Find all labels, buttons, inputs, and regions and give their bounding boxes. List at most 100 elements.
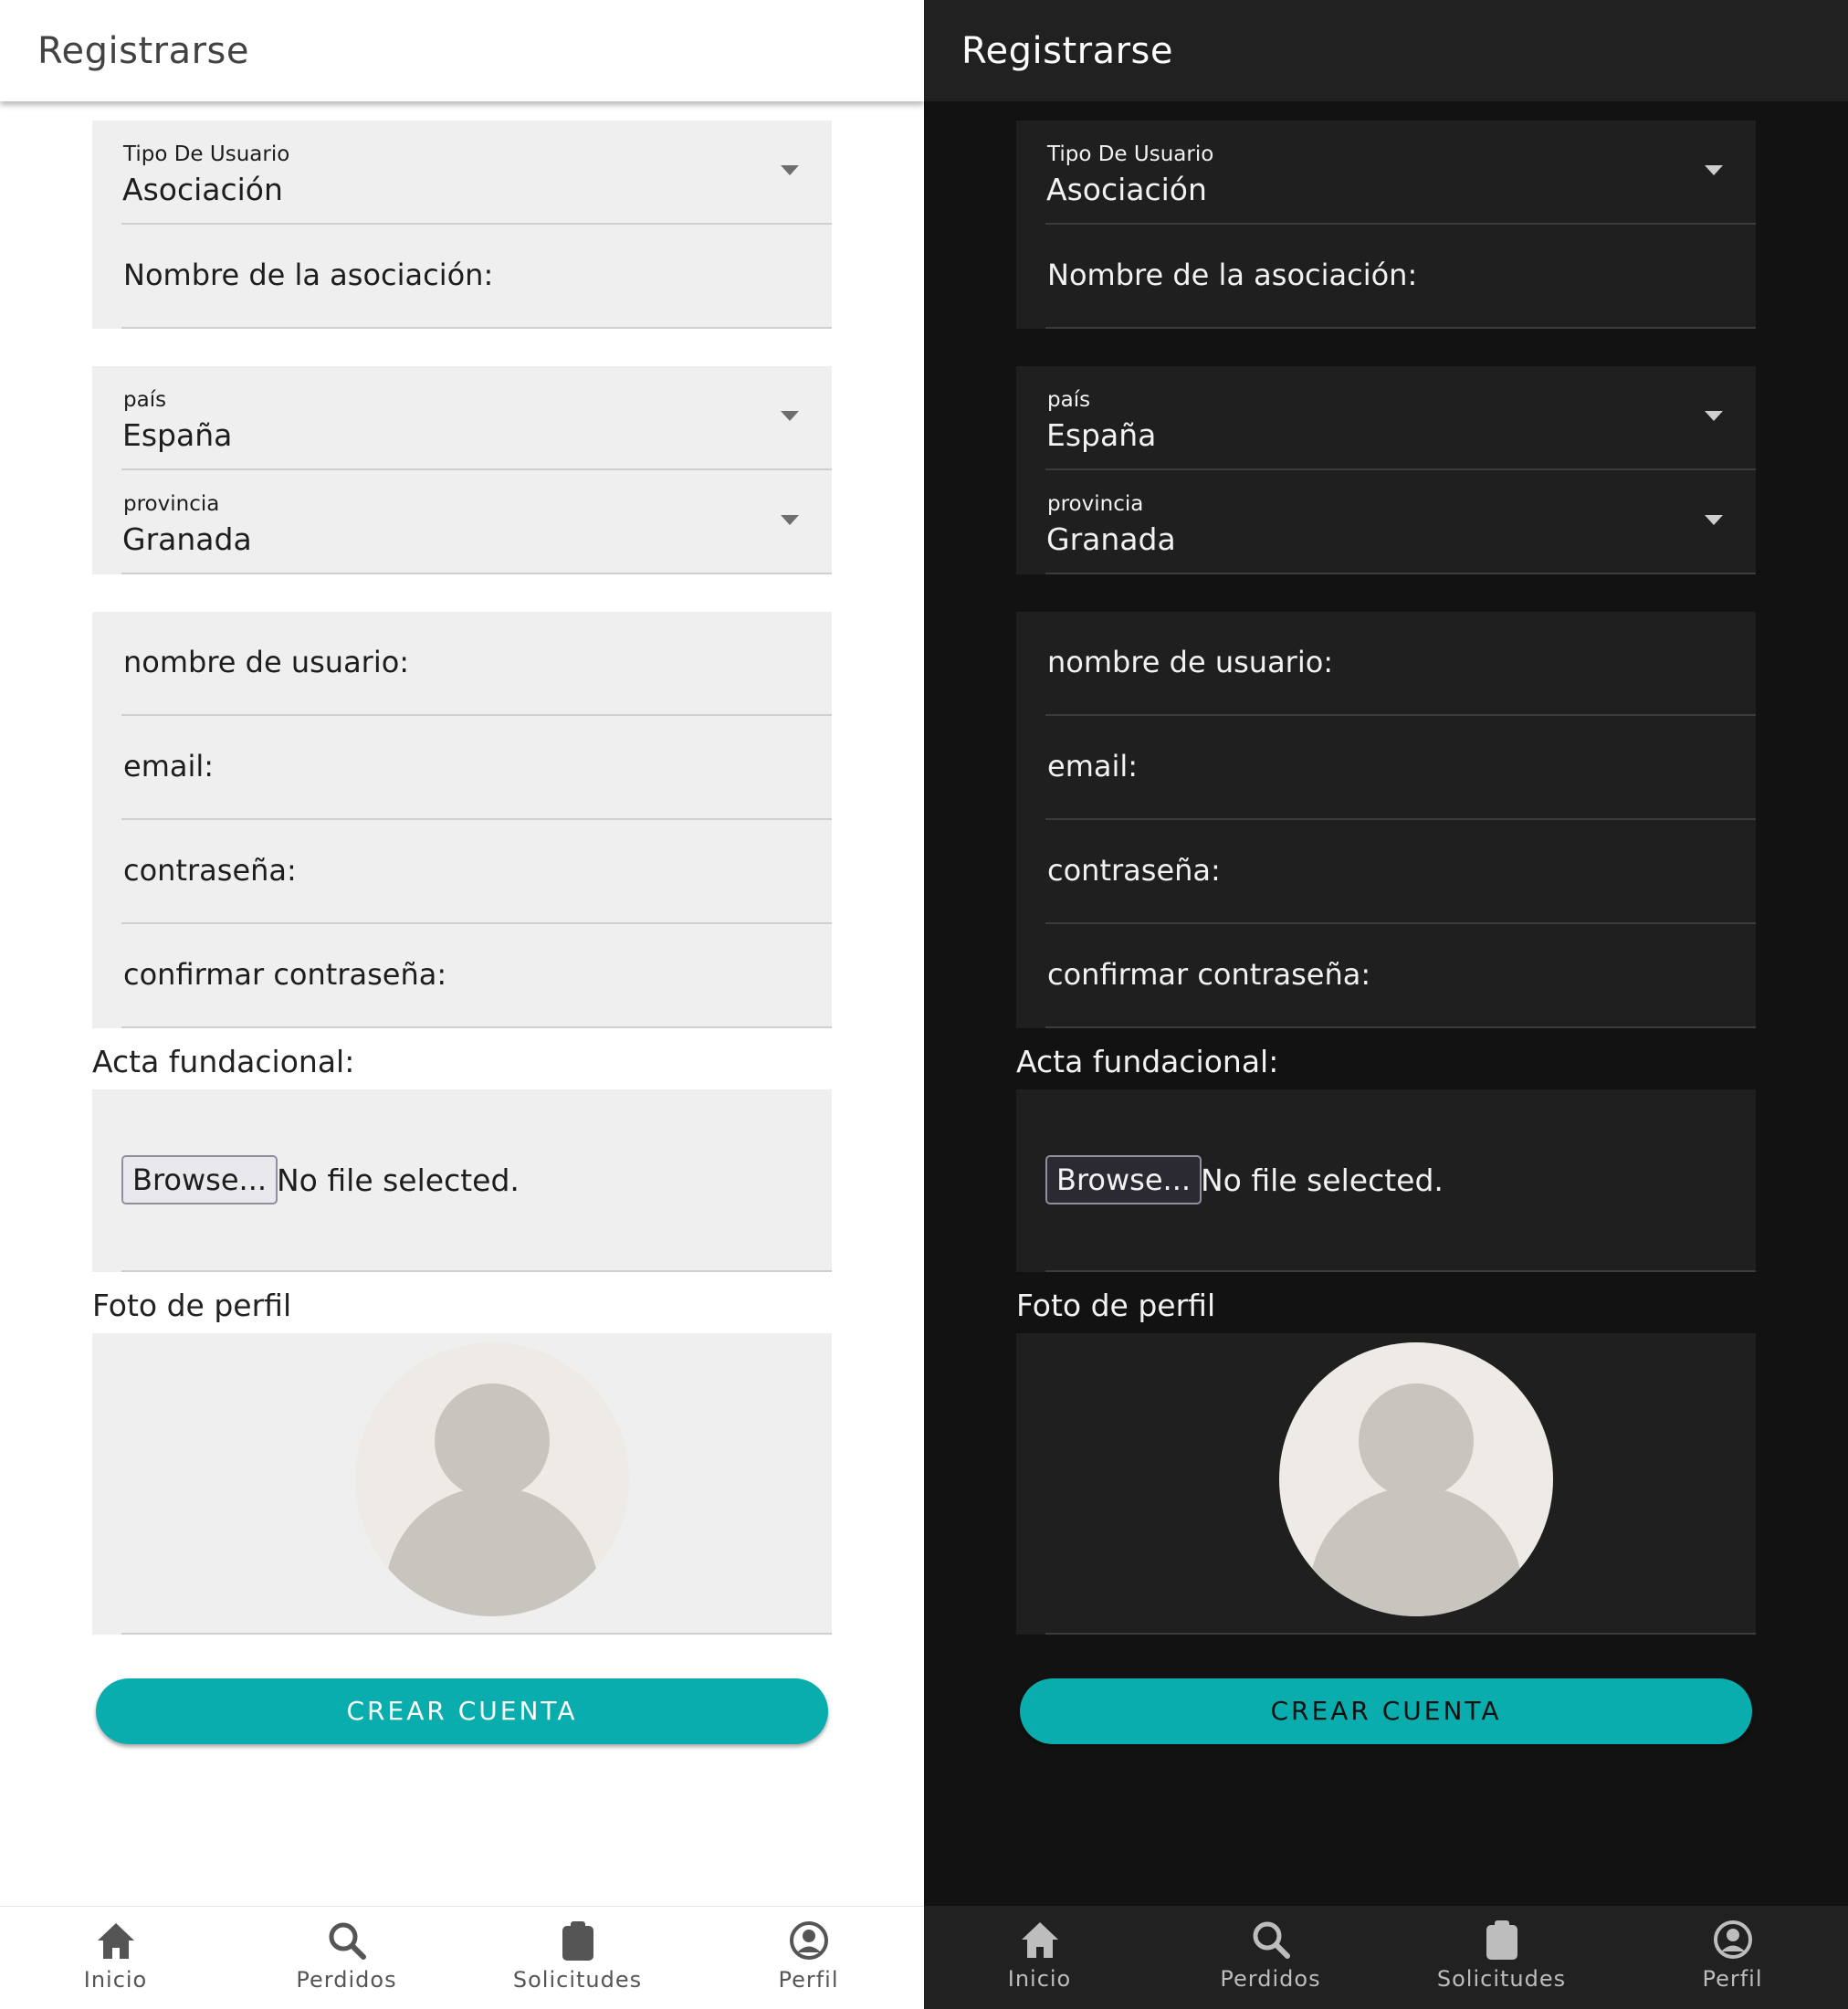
nav-item-perdidos[interactable]: Perdidos	[231, 1907, 462, 2009]
nav-item-perfil[interactable]: Perfil	[1617, 1906, 1848, 2009]
account-circle-icon	[1713, 1920, 1752, 1959]
avatar-placeholder[interactable]	[355, 1342, 629, 1616]
nav-label-perfil: Perfil	[778, 1967, 839, 1993]
photo-card	[1016, 1333, 1756, 1635]
account-type-card: Tipo De Usuario Asociación Nombre de la …	[92, 121, 832, 329]
contrasena-field[interactable]: contraseña:	[1045, 820, 1756, 924]
crear-cuenta-button[interactable]: CREAR CUENTA	[96, 1678, 828, 1744]
foto-label: Foto de perfil	[1016, 1288, 1216, 1323]
acta-label: Acta fundacional:	[1016, 1044, 1279, 1079]
nombre-asociacion-field[interactable]: Nombre de la asociación:	[121, 225, 832, 329]
nombre-usuario-label: nombre de usuario:	[1047, 645, 1334, 679]
avatar-head	[1359, 1383, 1474, 1499]
nav-item-solicitudes[interactable]: Solicitudes	[462, 1907, 693, 2009]
search-icon	[329, 1922, 366, 1960]
provincia-value: Granada	[1046, 521, 1176, 557]
home-icon	[97, 1923, 134, 1959]
provincia-label: provincia	[123, 492, 220, 516]
nav-item-inicio[interactable]: Inicio	[924, 1906, 1155, 2009]
pais-value: España	[122, 417, 233, 453]
chevron-down-icon	[1705, 165, 1723, 175]
pais-select[interactable]: país España	[1045, 366, 1756, 470]
pais-select[interactable]: país España	[121, 366, 832, 470]
tipo-usuario-value: Asociación	[122, 172, 283, 207]
avatar-body	[1309, 1487, 1523, 1616]
nav-label-inicio: Inicio	[83, 1967, 148, 1993]
tipo-usuario-select[interactable]: Tipo De Usuario Asociación	[121, 121, 832, 225]
acta-file-field: Browse... No file selected.	[121, 1089, 832, 1272]
account-type-card: Tipo De Usuario Asociación Nombre de la …	[1016, 121, 1756, 329]
register-form: Tipo De Usuario Asociación Nombre de la …	[1016, 121, 1756, 1744]
pais-label: país	[123, 388, 167, 412]
screen-dark: Registrarse Tipo De Usuario Asociación N…	[924, 0, 1848, 2009]
photo-card	[92, 1333, 832, 1635]
nombre-asociacion-field[interactable]: Nombre de la asociación:	[1045, 225, 1756, 329]
chevron-down-icon	[1705, 411, 1723, 421]
browse-button[interactable]: Browse...	[121, 1155, 278, 1204]
photo-field	[1045, 1333, 1756, 1635]
nav-item-inicio[interactable]: Inicio	[0, 1907, 231, 2009]
acta-card: Browse... No file selected.	[92, 1089, 832, 1272]
browse-button[interactable]: Browse...	[1045, 1155, 1202, 1204]
provincia-label: provincia	[1047, 492, 1144, 516]
nombre-usuario-field[interactable]: nombre de usuario:	[121, 612, 832, 716]
acta-card: Browse... No file selected.	[1016, 1089, 1756, 1272]
screen-light: Registrarse Tipo De Usuario Asociación N…	[0, 0, 924, 2009]
email-label: email:	[123, 749, 215, 784]
bottom-nav: Inicio Perdidos Solicitudes Perfil	[0, 1906, 924, 2009]
location-card: país España provincia Granada	[1016, 366, 1756, 574]
crear-cuenta-button[interactable]: CREAR CUENTA	[1020, 1678, 1752, 1744]
chevron-down-icon	[781, 411, 799, 421]
nombre-asociacion-label: Nombre de la asociación:	[1047, 258, 1418, 292]
foto-label: Foto de perfil	[92, 1288, 292, 1323]
bottom-nav: Inicio Perdidos Solicitudes Perfil	[924, 1906, 1848, 2009]
clipboard-icon	[562, 1921, 593, 1961]
credentials-card: nombre de usuario: email: contraseña: co…	[1016, 612, 1756, 1028]
account-circle-icon	[789, 1921, 828, 1960]
avatar-placeholder[interactable]	[1279, 1342, 1553, 1616]
clipboard-icon	[1486, 1920, 1517, 1960]
page-title: Registrarse	[37, 30, 249, 72]
provincia-select[interactable]: provincia Granada	[121, 470, 832, 574]
nombre-usuario-label: nombre de usuario:	[123, 645, 410, 679]
app-bar: Registrarse	[924, 0, 1848, 101]
app-bar: Registrarse	[0, 0, 924, 101]
nav-item-perfil[interactable]: Perfil	[693, 1907, 924, 2009]
email-field[interactable]: email:	[121, 716, 832, 820]
nav-label-solicitudes: Solicitudes	[1436, 1966, 1567, 1992]
acta-label: Acta fundacional:	[92, 1044, 355, 1079]
home-icon	[1021, 1922, 1058, 1958]
search-icon	[1253, 1921, 1290, 1959]
avatar-body	[385, 1487, 599, 1616]
page-title: Registrarse	[961, 30, 1173, 72]
file-status: No file selected.	[277, 1162, 520, 1198]
nav-label-solicitudes: Solicitudes	[512, 1967, 643, 1993]
nav-item-perdidos[interactable]: Perdidos	[1155, 1906, 1386, 2009]
tipo-usuario-label: Tipo De Usuario	[1047, 142, 1214, 166]
chevron-down-icon	[781, 165, 799, 175]
file-status: No file selected.	[1201, 1162, 1444, 1198]
confirmar-contrasena-label: confirmar contraseña:	[1047, 957, 1371, 992]
nombre-usuario-field[interactable]: nombre de usuario:	[1045, 612, 1756, 716]
tipo-usuario-select[interactable]: Tipo De Usuario Asociación	[1045, 121, 1756, 225]
nav-label-perfil: Perfil	[1702, 1966, 1763, 1992]
pais-value: España	[1046, 417, 1157, 453]
location-card: país España provincia Granada	[92, 366, 832, 574]
credentials-card: nombre de usuario: email: contraseña: co…	[92, 612, 832, 1028]
provincia-select[interactable]: provincia Granada	[1045, 470, 1756, 574]
provincia-value: Granada	[122, 521, 252, 557]
photo-field	[121, 1333, 832, 1635]
email-field[interactable]: email:	[1045, 716, 1756, 820]
pais-label: país	[1047, 388, 1091, 412]
tipo-usuario-value: Asociación	[1046, 172, 1207, 207]
email-label: email:	[1047, 749, 1139, 784]
confirmar-contrasena-field[interactable]: confirmar contraseña:	[1045, 924, 1756, 1028]
confirmar-contrasena-field[interactable]: confirmar contraseña:	[121, 924, 832, 1028]
nav-label-perdidos: Perdidos	[296, 1967, 397, 1993]
confirmar-contrasena-label: confirmar contraseña:	[123, 957, 447, 992]
nav-item-solicitudes[interactable]: Solicitudes	[1386, 1906, 1617, 2009]
nav-label-perdidos: Perdidos	[1220, 1966, 1321, 1992]
register-form: Tipo De Usuario Asociación Nombre de la …	[92, 121, 832, 1744]
contrasena-label: contraseña:	[1047, 853, 1221, 888]
contrasena-field[interactable]: contraseña:	[121, 820, 832, 924]
